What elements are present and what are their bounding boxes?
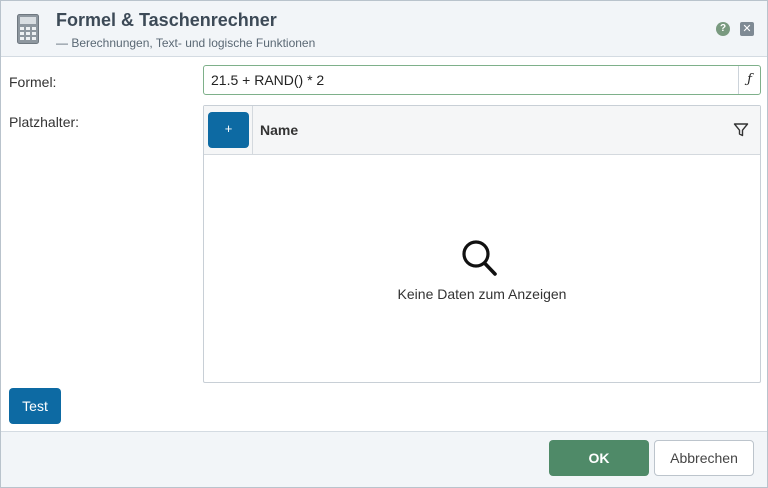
formula-input[interactable]: [204, 66, 738, 94]
cancel-button[interactable]: Abbrechen: [654, 440, 754, 476]
dialog-header: Formel & Taschenrechner — Berechnungen, …: [1, 1, 767, 57]
search-icon: [462, 240, 497, 276]
calculator-icon: [17, 14, 39, 44]
grid-header: + Name: [204, 106, 760, 155]
placeholders-grid: + Name Keine Daten zum Anzeigen: [203, 105, 761, 383]
empty-state-text: Keine Daten zum Anzeigen: [397, 286, 567, 302]
ok-button[interactable]: OK: [549, 440, 649, 476]
formula-field: ƒ: [203, 65, 761, 95]
function-picker-button[interactable]: ƒ: [738, 66, 760, 94]
dialog-subtitle: — Berechnungen, Text- und logische Funkt…: [56, 36, 316, 50]
filter-icon[interactable]: [733, 122, 749, 138]
add-placeholder-button[interactable]: +: [208, 112, 249, 148]
column-divider: [252, 106, 253, 154]
formula-dialog: Formel & Taschenrechner — Berechnungen, …: [0, 0, 768, 488]
test-button[interactable]: Test: [9, 388, 61, 424]
column-header-name[interactable]: Name: [260, 122, 298, 138]
dialog-footer: OK Abbrechen: [1, 431, 767, 487]
formula-label: Formel:: [9, 74, 57, 90]
placeholders-label: Platzhalter:: [9, 114, 80, 130]
help-icon[interactable]: ?: [716, 22, 730, 36]
close-icon[interactable]: ✕: [740, 22, 754, 36]
dialog-title: Formel & Taschenrechner: [56, 10, 277, 30]
